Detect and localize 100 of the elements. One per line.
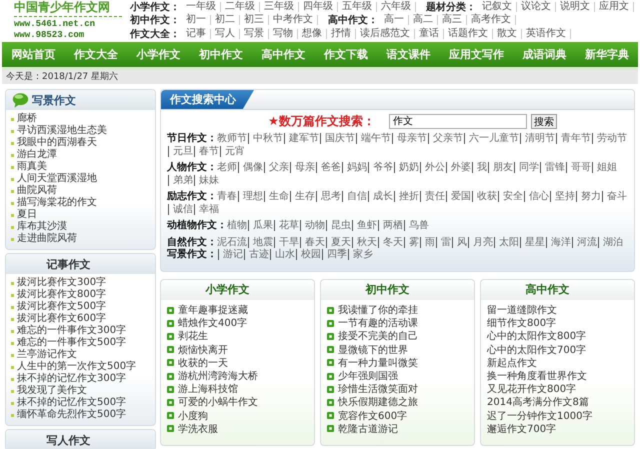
category-link[interactable]: 妹妹 [194,174,219,186]
article-link[interactable]: 换一种角度看世界作文 [487,369,587,384]
article-link[interactable]: 我发现了美作文 [17,385,87,397]
category-link[interactable]: 生存 [290,191,315,202]
category-link[interactable]: 星星 [520,236,545,248]
category-link[interactable]: 泥石流 [217,236,247,248]
category-link[interactable]: 爷爷 [368,162,393,173]
article-link[interactable]: 抹不掉的记忆作文500字 [17,397,126,409]
category-link[interactable]: 同学 [514,162,539,173]
category-link[interactable]: 奶奶 [394,162,419,173]
category-link[interactable]: 爸爸 [316,162,341,173]
category-link[interactable]: 童话 [415,28,444,39]
category-link[interactable]: 冬天 [378,236,403,248]
category-link[interactable]: 清明节 [520,133,555,144]
category-link[interactable]: 高三 [438,15,467,26]
article-link[interactable]: 收获的一天 [178,356,228,370]
category-link[interactable]: 收获 [472,191,497,202]
category-link[interactable]: 一年级 [182,2,221,12]
category-link[interactable]: 朋友 [488,162,513,173]
nav-item[interactable]: 作文下载 [322,45,370,64]
category-link[interactable]: 元宵 [220,146,245,156]
category-link[interactable]: 家乡 [348,249,373,260]
nav-item[interactable]: 作文大全 [72,45,120,64]
category-link[interactable]: 国庆节 [320,133,355,144]
article-link[interactable]: 剥花生 [178,329,208,344]
article-link[interactable]: 难忘的一件事作文300字 [17,325,126,337]
category-link[interactable]: 母亲节 [392,133,427,144]
article-link[interactable]: 拔河比赛作文800字 [17,289,106,301]
category-link[interactable]: 议论文 [517,2,556,12]
category-link[interactable]: 三年级 [260,2,299,12]
category-link[interactable]: 湖泊 [598,236,623,248]
category-link[interactable]: 鱼虾 [352,220,377,231]
article-link[interactable]: 雨真美 [17,161,47,173]
category-link[interactable]: 高一 [380,15,409,26]
category-link[interactable]: 雷 [436,236,451,248]
category-link[interactable]: 英语作文 [522,28,571,39]
category-link[interactable]: 努力 [576,191,601,202]
article-link[interactable]: 学洗衣服 [178,422,218,436]
category-link[interactable]: 奋斗 [602,191,627,202]
article-link[interactable]: 少年强则国强 [338,369,398,384]
article-link[interactable]: 曲院风荷 [17,185,57,197]
category-link[interactable]: 植物 [227,220,247,231]
category-link[interactable]: 端午节 [356,133,391,144]
article-link[interactable]: 难忘的一件事作文500字 [17,337,126,349]
article-link[interactable]: 游上海科技馆 [178,382,238,396]
category-link[interactable]: 春天 [300,236,325,248]
article-link[interactable]: 夏日 [17,209,37,221]
category-link[interactable]: 爱国 [446,191,471,202]
article-link[interactable]: 兰亭游记作文 [17,349,77,361]
category-link[interactable]: 母亲 [290,162,315,173]
category-link[interactable]: 干旱 [274,236,299,248]
category-link[interactable]: 姐姐 [592,162,617,173]
category-link[interactable]: 两栖 [378,220,403,231]
category-link[interactable]: 二年级 [221,2,260,12]
article-link[interactable]: 小度狗 [178,408,208,423]
article-link[interactable]: 心中的太阳作文700字 [487,342,586,357]
article-link[interactable]: 我眼中的西湖春天 [17,137,97,149]
category-link[interactable]: 青年节 [556,133,591,144]
category-link[interactable]: 弟弟 [168,174,193,186]
category-link[interactable]: 中秋节 [248,133,283,144]
category-link[interactable]: 初二 [211,15,240,26]
category-link[interactable]: 应用文 [595,2,634,12]
article-link[interactable]: 邂逅作文700字 [487,422,556,436]
article-link[interactable]: 童年趣事捉迷藏 [178,303,248,318]
category-link[interactable]: 雷锋 [540,162,565,173]
article-link[interactable]: 寻访西溪湿地生态美 [17,125,107,137]
nav-item[interactable]: 初中作文 [196,45,245,64]
category-link[interactable]: 五年级 [338,2,377,12]
article-link[interactable]: 迟了一分钟作文1000字 [487,408,592,423]
category-link[interactable]: 安全 [498,191,523,202]
category-link[interactable]: 太阳 [494,236,519,248]
category-link[interactable]: 思考 [316,191,341,202]
category-link[interactable]: 夏天 [326,236,351,248]
nav-item[interactable]: 应用文写作 [446,45,506,64]
category-link[interactable]: 挫折 [394,191,419,202]
category-link[interactable]: 山水 [270,249,295,260]
article-link[interactable]: 接受不完美的自己 [338,329,418,344]
article-link[interactable]: 拔河比赛作文300字 [17,277,106,289]
category-link[interactable]: 瓜果 [248,220,273,231]
article-link[interactable]: 库布其沙漠 [17,221,67,233]
article-link[interactable]: 廊桥 [17,113,37,125]
category-link[interactable]: 教师节 [217,133,247,144]
article-link[interactable]: 2014高考满分作文8篇 [487,395,589,410]
article-link[interactable]: 游杭州湾跨海大桥 [178,369,258,384]
category-link[interactable]: 校园 [296,249,321,260]
article-link[interactable]: 人间天堂西溪湿地 [17,173,97,185]
article-link[interactable]: 有一种力量叫微笑 [338,356,418,370]
article-link[interactable]: 新起点作文 [487,356,537,370]
article-link[interactable]: 留一道缝隙作文 [487,303,557,318]
category-link[interactable]: 海洋 [546,236,571,248]
category-link[interactable]: 老师 [217,162,237,173]
article-link[interactable]: 心中的太阳作文800字 [487,329,586,344]
category-link[interactable]: 古迹 [244,249,269,260]
category-link[interactable]: 理想 [238,191,263,202]
article-link[interactable]: 游白龙潭 [17,149,57,161]
category-link[interactable]: 四季 [322,249,347,260]
category-link[interactable]: 话题作文 [444,28,493,39]
nav-item[interactable]: 高中作文 [259,45,308,64]
category-link[interactable]: 我 [472,162,487,173]
category-link[interactable]: 抒情 [327,28,356,39]
